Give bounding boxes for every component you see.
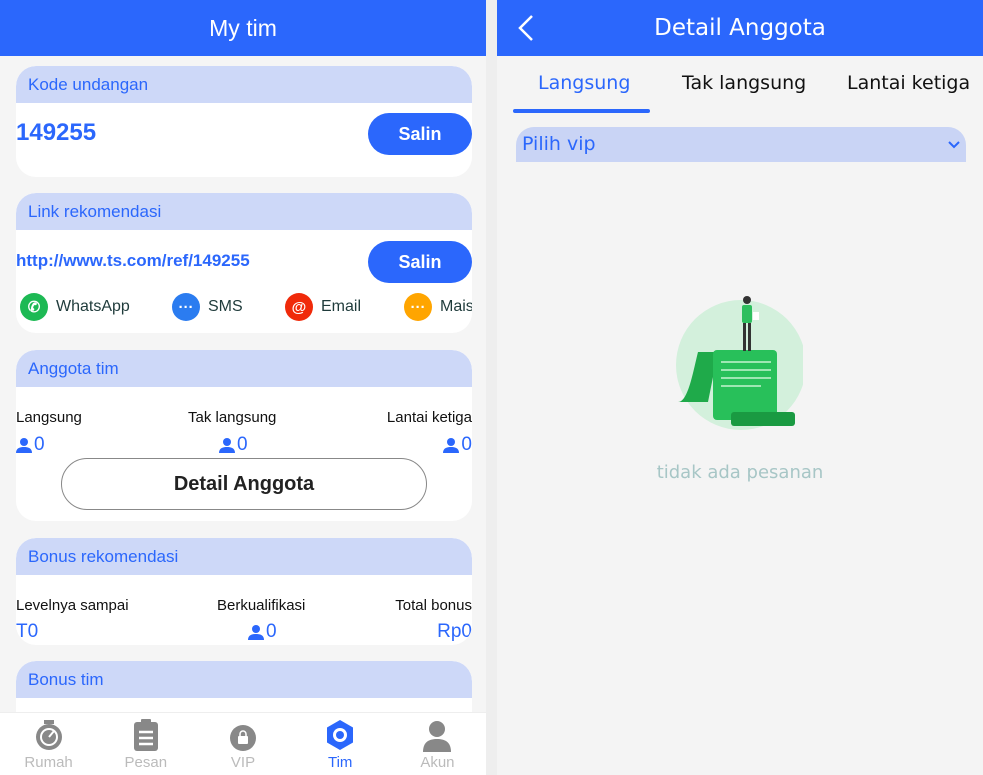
page-title: Detail Anggota bbox=[497, 0, 983, 56]
chevron-down-icon bbox=[948, 141, 960, 149]
page-title: My tim bbox=[0, 0, 486, 56]
count: 0 bbox=[461, 434, 472, 455]
nav-label: Tim bbox=[327, 754, 353, 771]
level-value: T0 bbox=[16, 621, 39, 642]
invite-code: 149255 bbox=[16, 119, 97, 146]
stat-value: 0 bbox=[248, 621, 277, 643]
tab-langsung[interactable]: Langsung bbox=[538, 72, 630, 94]
detail-members-button[interactable]: Detail Anggota bbox=[61, 458, 427, 510]
stat-value: 0 bbox=[219, 434, 248, 456]
nav-label: Akun bbox=[420, 754, 455, 771]
member-detail-screen: Detail Anggota Langsung Tak langsung Lan… bbox=[497, 0, 983, 775]
referral-link: http://www.ts.com/ref/149255 bbox=[16, 251, 250, 270]
share-sms[interactable]: ··· SMS bbox=[172, 293, 243, 321]
stat-value: 0 bbox=[443, 434, 472, 456]
stopwatch-icon bbox=[35, 720, 62, 750]
select-value: Pilih vip bbox=[522, 133, 596, 155]
empty-state-text: tidak ada pesanan bbox=[656, 462, 824, 483]
card-header: Kode undangan bbox=[16, 66, 472, 103]
person-icon bbox=[219, 438, 235, 453]
count: 0 bbox=[237, 434, 248, 455]
nav-label: Pesan bbox=[124, 754, 168, 771]
shopping-bag-icon bbox=[230, 725, 256, 751]
nav-label: Rumah bbox=[24, 754, 73, 771]
tab-lantai-ketiga[interactable]: Lantai ketiga bbox=[847, 72, 970, 94]
user-icon bbox=[423, 721, 452, 752]
referral-bonus-card: Bonus rekomendasi Levelnya sampai Berkua… bbox=[16, 538, 472, 645]
nav-pesan[interactable]: Pesan bbox=[97, 713, 194, 775]
team-members-card: Anggota tim Langsung Tak langsung Lantai… bbox=[16, 350, 472, 521]
card-header: Bonus rekomendasi bbox=[16, 538, 472, 575]
share-label: SMS bbox=[208, 298, 243, 315]
card-header: Bonus tim bbox=[16, 661, 472, 698]
invite-code-card: Kode undangan 149255 Salin bbox=[16, 66, 472, 177]
copy-link-button[interactable]: Salin bbox=[368, 241, 472, 283]
total-bonus-value: Rp0 bbox=[437, 621, 472, 642]
stat-label: Total bonus bbox=[395, 597, 472, 614]
count: 0 bbox=[266, 621, 277, 642]
team-gear-icon bbox=[327, 720, 354, 750]
referral-link-card: Link rekomendasi http://www.ts.com/ref/1… bbox=[16, 193, 472, 333]
nav-rumah[interactable]: Rumah bbox=[0, 713, 97, 775]
share-label: Email bbox=[321, 298, 362, 315]
my-team-screen: My tim Kode undangan 149255 Salin Link r… bbox=[0, 0, 486, 775]
more-icon: ··· bbox=[404, 293, 432, 321]
share-email[interactable]: @ Email bbox=[285, 293, 361, 321]
share-label: Mais bbox=[440, 298, 472, 315]
vip-select[interactable]: Pilih vip bbox=[516, 127, 966, 162]
nav-label: VIP bbox=[230, 754, 256, 771]
stat-label: Lantai ketiga bbox=[386, 409, 472, 426]
nav-vip[interactable]: VIP bbox=[194, 713, 291, 775]
stat-value: 0 bbox=[16, 434, 45, 456]
share-whatsapp[interactable]: ✆ WhatsApp bbox=[20, 293, 130, 321]
stat-label: Levelnya sampai bbox=[16, 597, 129, 614]
nav-tim[interactable]: Tim bbox=[292, 713, 389, 775]
whatsapp-icon: ✆ bbox=[20, 293, 48, 321]
bottom-nav: Rumah Pesan VIP Tim Akun bbox=[0, 712, 486, 775]
person-icon bbox=[16, 438, 32, 453]
nav-akun[interactable]: Akun bbox=[389, 713, 486, 775]
clipboard-icon bbox=[133, 719, 158, 751]
stat-label: Tak langsung bbox=[188, 409, 277, 426]
back-arrow-icon[interactable] bbox=[517, 14, 535, 42]
person-icon bbox=[248, 625, 264, 640]
share-more[interactable]: ··· Mais bbox=[404, 293, 472, 321]
card-header: Link rekomendasi bbox=[16, 193, 472, 230]
share-label: WhatsApp bbox=[56, 298, 130, 315]
copy-code-button[interactable]: Salin bbox=[368, 113, 472, 155]
stat-label: Berkualifikasi bbox=[217, 597, 306, 614]
count: 0 bbox=[34, 434, 45, 455]
tab-tak-langsung[interactable]: Tak langsung bbox=[682, 72, 806, 94]
email-icon: @ bbox=[285, 293, 313, 321]
person-icon bbox=[443, 438, 460, 453]
stat-label: Langsung bbox=[16, 409, 82, 426]
active-tab-indicator bbox=[513, 109, 650, 113]
sms-icon: ··· bbox=[172, 293, 200, 321]
card-header: Anggota tim bbox=[16, 350, 472, 387]
empty-orders-illustration bbox=[676, 296, 803, 430]
